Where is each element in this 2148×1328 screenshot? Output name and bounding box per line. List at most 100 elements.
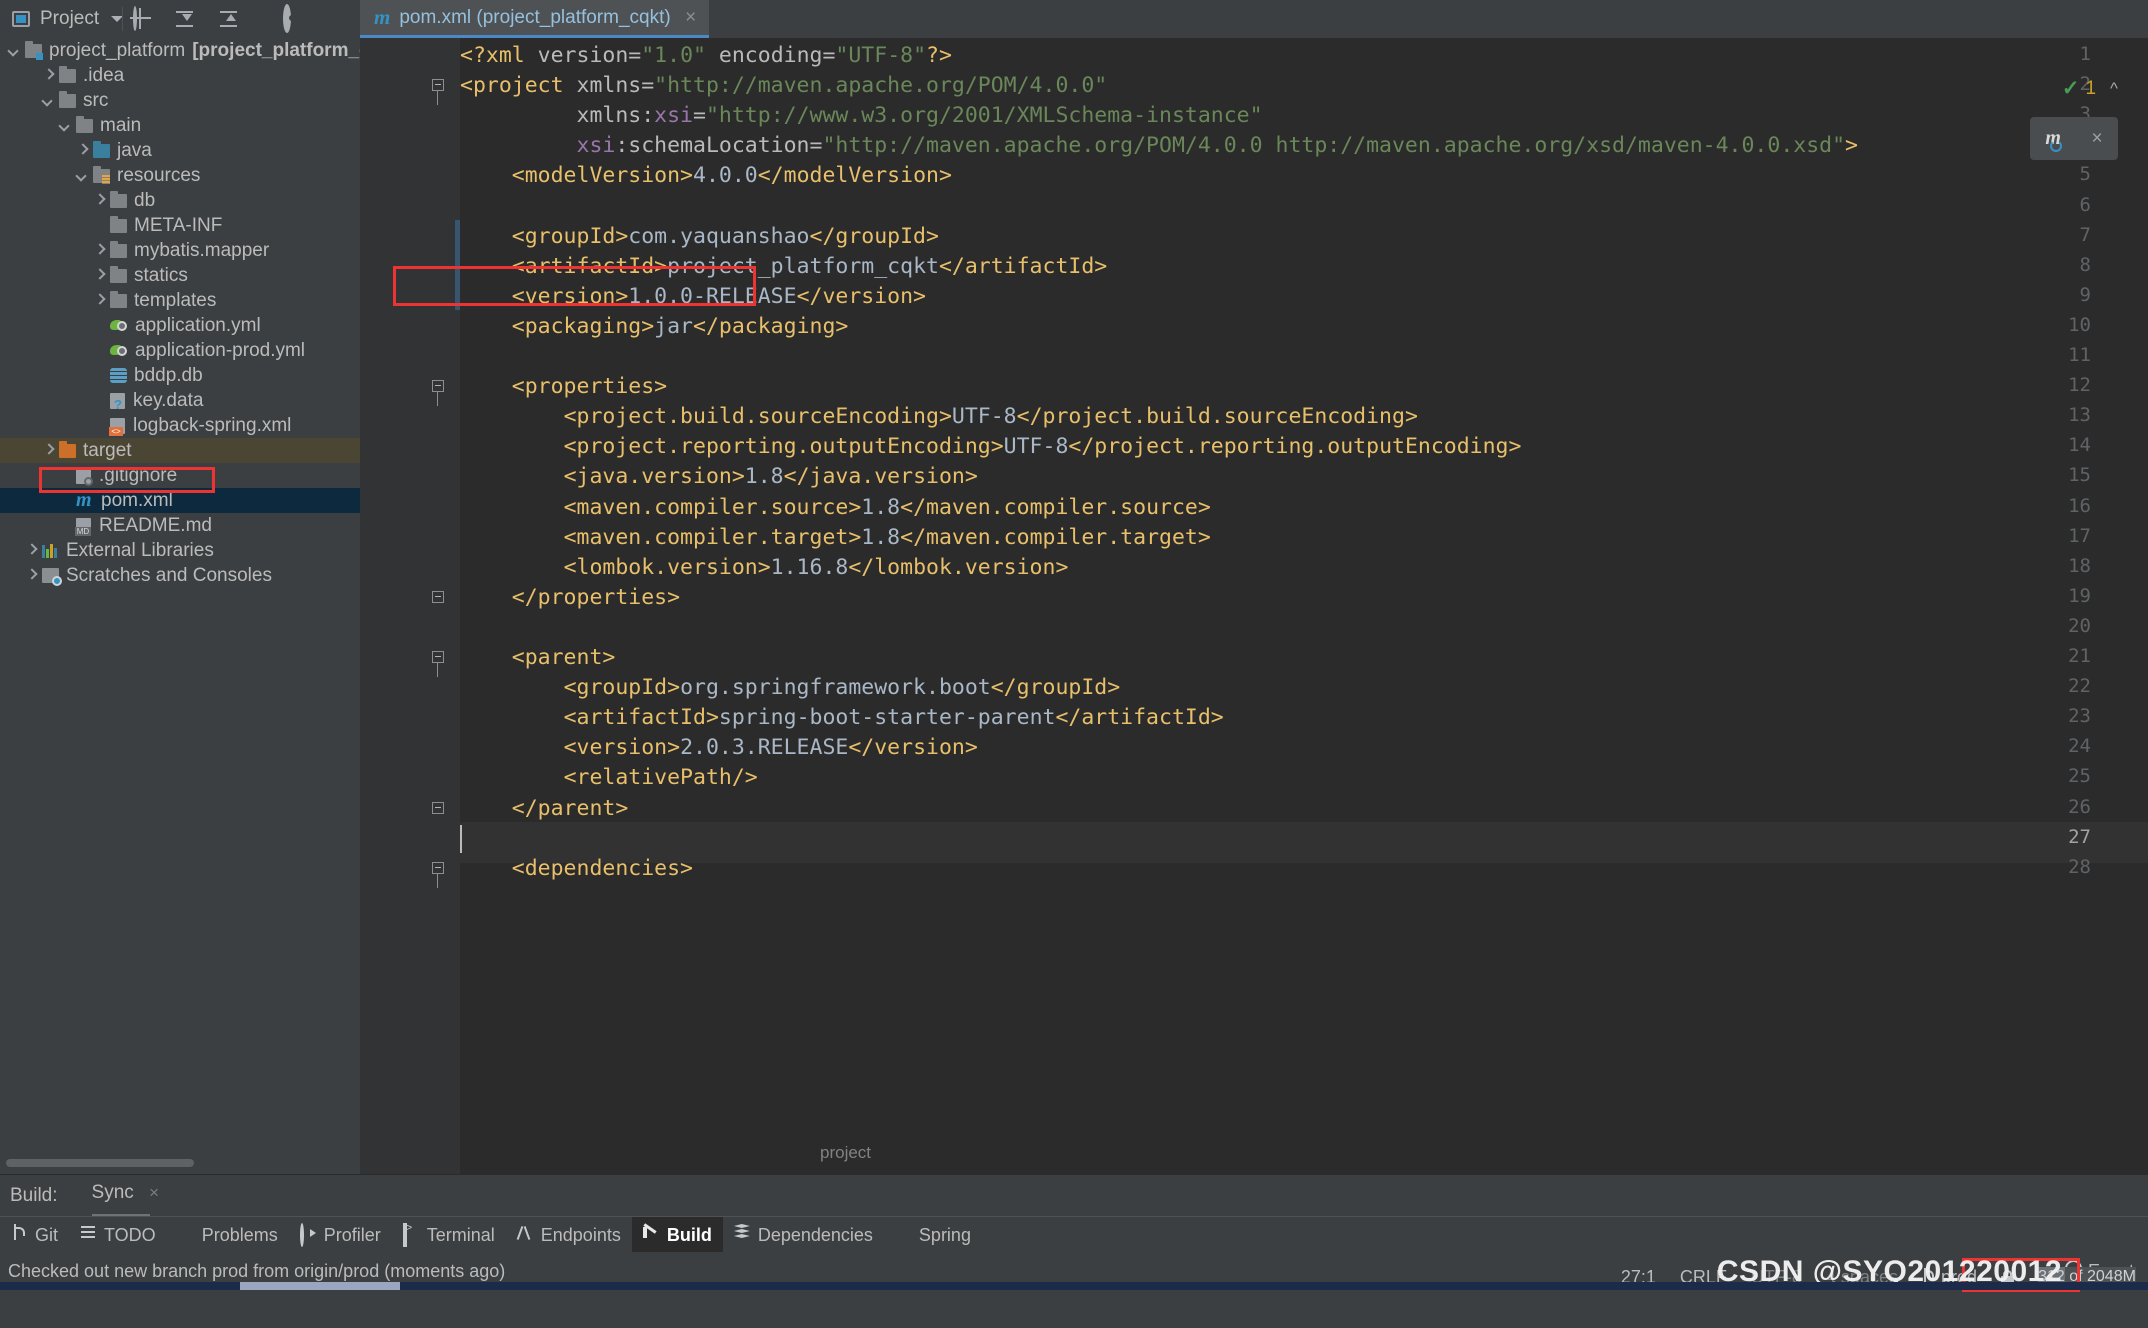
tree-item-label: README.md: [99, 515, 212, 537]
tree-root-row[interactable]: project_platform [project_platform_cqkt]…: [0, 38, 360, 63]
chevron-right-icon[interactable]: [42, 69, 55, 82]
tool-window-button-git[interactable]: Git: [0, 1217, 69, 1253]
tree-item-java[interactable]: java: [0, 138, 360, 163]
tool-window-button-terminal[interactable]: Terminal: [392, 1217, 506, 1253]
chevron-up-icon[interactable]: ^: [2110, 79, 2118, 99]
chevron-right-icon[interactable]: [25, 544, 38, 557]
tree-item-logback-spring-xml[interactable]: logback-spring.xml: [0, 413, 360, 438]
code-token: </lombok.version>: [848, 555, 1068, 580]
tree-item-db[interactable]: db: [0, 188, 360, 213]
tree-item--idea[interactable]: .idea: [0, 63, 360, 88]
tree-item-scratches-and-consoles[interactable]: Scratches and Consoles: [0, 563, 360, 588]
chevron-right-icon[interactable]: [93, 269, 106, 282]
tree-item-meta-inf[interactable]: META-INF: [0, 213, 360, 238]
chevron-down-icon[interactable]: [42, 94, 55, 107]
tree-item-label: application.yml: [135, 315, 261, 337]
chevron-right-icon[interactable]: [42, 444, 55, 457]
tool-window-button-profiler[interactable]: Profiler: [289, 1217, 392, 1253]
fold-collapse-icon[interactable]: [430, 378, 446, 394]
editor-gutter[interactable]: [360, 38, 460, 1174]
close-icon[interactable]: ×: [149, 1183, 159, 1202]
code-token: <artifactId>: [512, 254, 667, 279]
code-token: xsi: [654, 103, 693, 128]
top-toolbar: Project m pom.xml (project_platform_cqkt…: [0, 0, 2148, 39]
tree-item-key-data[interactable]: key.data: [0, 388, 360, 413]
tree-spacer: [93, 219, 106, 232]
code-token: xmlns:: [577, 103, 655, 128]
code-token: [460, 705, 564, 730]
code-token: [460, 374, 512, 399]
folder-resources-icon: [93, 169, 110, 183]
tool-window-label: Terminal: [427, 1225, 495, 1246]
tool-window-button-endpoints[interactable]: Endpoints: [506, 1217, 632, 1253]
tab-label: pom.xml (project_platform_cqkt): [399, 7, 670, 29]
tree-item--gitignore[interactable]: .gitignore: [0, 463, 360, 488]
close-icon[interactable]: ×: [2092, 128, 2103, 150]
code-token: [460, 163, 512, 188]
tree-item-readme-md[interactable]: README.md: [0, 513, 360, 538]
inspection-widget[interactable]: ✓ 1 ^: [2062, 76, 2118, 101]
chevron-right-icon[interactable]: [25, 569, 38, 582]
code-editor[interactable]: 1234567891011121314151617181920212223242…: [360, 38, 2148, 1174]
tool-window-button-todo[interactable]: TODO: [69, 1217, 167, 1253]
code-token: </version>: [797, 284, 926, 309]
tree-item-application-prod-yml[interactable]: application-prod.yml: [0, 338, 360, 363]
chevron-down-icon[interactable]: [59, 119, 72, 132]
code-token: org.springframework.boot: [680, 675, 991, 700]
build-tab-sync[interactable]: Sync ×: [92, 1182, 159, 1210]
chevron-down-icon[interactable]: [76, 169, 89, 182]
tree-item-statics[interactable]: statics: [0, 263, 360, 288]
tree-item-external-libraries[interactable]: External Libraries: [0, 538, 360, 563]
hide-panel-icon[interactable]: [326, 8, 348, 30]
intellij-window: Project m pom.xml (project_platform_cqkt…: [0, 0, 2148, 1290]
tree-item-resources[interactable]: resources: [0, 163, 360, 188]
code-token: UTF-8: [1004, 434, 1069, 459]
tool-window-button-build[interactable]: Build: [632, 1217, 723, 1253]
tree-item-mybatis-mapper[interactable]: mybatis.mapper: [0, 238, 360, 263]
taskbar-strip: [0, 1282, 2148, 1290]
code-token: <modelVersion>: [512, 163, 693, 188]
tree-item-target[interactable]: target: [0, 438, 360, 463]
maven-reload-popup[interactable]: m ×: [2030, 117, 2118, 160]
chevron-right-icon[interactable]: [93, 244, 106, 257]
code-token: "http://maven.apache.org/POM/4.0.0": [654, 73, 1107, 98]
close-icon[interactable]: ×: [683, 7, 699, 29]
scratches-icon: [42, 568, 59, 583]
tree-item-bddp-db[interactable]: bddp.db: [0, 363, 360, 388]
tree-item-src[interactable]: src: [0, 88, 360, 113]
maven-reload-icon[interactable]: m: [2045, 127, 2061, 150]
project-tree[interactable]: project_platform [project_platform_cqkt]…: [0, 38, 360, 1174]
project-tree-horizontal-scrollbar[interactable]: [0, 1156, 360, 1169]
tree-spacer: [93, 344, 106, 357]
tree-item-label: .idea: [83, 65, 124, 87]
settings-gear-icon[interactable]: [282, 8, 304, 30]
tree-item-application-yml[interactable]: application.yml: [0, 313, 360, 338]
unknown-file-icon: [110, 393, 125, 409]
chevron-right-icon[interactable]: [93, 294, 106, 307]
code-line: <project xmlns="http://maven.apache.org/…: [460, 73, 1107, 98]
tab-pom-xml[interactable]: m pom.xml (project_platform_cqkt) ×: [360, 0, 709, 38]
code-line: <lombok.version>1.16.8</lombok.version>: [460, 555, 1068, 580]
chevron-down-icon[interactable]: [8, 44, 21, 57]
tool-window-button-problems[interactable]: Problems: [167, 1217, 289, 1253]
fold-end-icon[interactable]: [430, 800, 446, 816]
fold-end-icon[interactable]: [430, 589, 446, 605]
code-token: [460, 585, 512, 610]
collapse-all-icon[interactable]: [218, 8, 240, 30]
chevron-right-icon[interactable]: [93, 194, 106, 207]
tree-item-main[interactable]: main: [0, 113, 360, 138]
fold-collapse-icon[interactable]: [430, 649, 446, 665]
locate-file-icon[interactable]: [130, 8, 152, 30]
tree-item-templates[interactable]: templates: [0, 288, 360, 313]
tool-window-button-spring[interactable]: Spring: [884, 1217, 982, 1253]
chevron-right-icon[interactable]: [76, 144, 89, 157]
tree-item-pom-xml[interactable]: mpom.xml: [0, 488, 360, 513]
tree-item-label: Scratches and Consoles: [66, 565, 272, 587]
fold-collapse-icon[interactable]: [430, 77, 446, 93]
expand-all-icon[interactable]: [174, 8, 196, 30]
editor-code-area[interactable]: <?xml version="1.0" encoding="UTF-8"?><p…: [460, 38, 2148, 1174]
tool-window-label: Git: [35, 1225, 58, 1246]
fold-collapse-icon[interactable]: [430, 860, 446, 876]
code-token: <version>: [564, 735, 681, 760]
tool-window-button-dependencies[interactable]: Dependencies: [723, 1217, 884, 1253]
